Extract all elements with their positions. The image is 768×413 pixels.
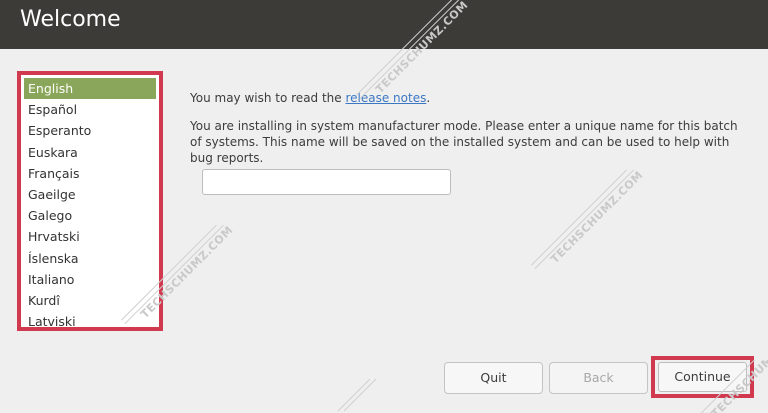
language-item-english[interactable]: English: [24, 78, 156, 100]
watermark-bottom-mid: [337, 378, 377, 412]
release-notes-suffix: .: [426, 91, 431, 105]
language-item-euskara[interactable]: Euskara: [24, 142, 156, 163]
watermark-right-text: TECHSCHUMZ.COM: [548, 170, 646, 266]
oem-mode-message: You are installing in system manufacture…: [190, 119, 738, 165]
release-notes-line: You may wish to read the release notes.: [190, 90, 750, 107]
language-item-espanol[interactable]: Español: [24, 99, 156, 120]
language-item-italiano[interactable]: Italiano: [24, 269, 156, 290]
language-item-francais[interactable]: Français: [24, 163, 156, 184]
quit-button[interactable]: Quit: [444, 362, 543, 394]
release-notes-link[interactable]: release notes: [345, 91, 426, 105]
batch-name-input[interactable]: [202, 169, 451, 195]
language-item-islenska[interactable]: Íslenska: [24, 248, 156, 269]
language-item-latviski[interactable]: Latviski: [24, 311, 156, 327]
language-item-kurdi[interactable]: Kurdî: [24, 290, 156, 311]
window-title: Welcome: [20, 7, 121, 32]
window-titlebar: Welcome: [0, 0, 768, 49]
language-list[interactable]: English Español Esperanto Euskara França…: [17, 71, 163, 331]
language-item-gaeilge[interactable]: Gaeilge: [24, 184, 156, 205]
continue-highlight-box: Continue: [651, 356, 754, 398]
language-item-esperanto[interactable]: Esperanto: [24, 120, 156, 141]
continue-button[interactable]: Continue: [658, 362, 747, 392]
language-item-galego[interactable]: Galego: [24, 205, 156, 226]
release-notes-prefix: You may wish to read the: [190, 91, 346, 105]
back-button[interactable]: Back: [549, 362, 648, 394]
language-item-hrvatski[interactable]: Hrvatski: [24, 226, 156, 247]
watermark-right: TECHSCHUMZ.COM: [530, 170, 646, 270]
